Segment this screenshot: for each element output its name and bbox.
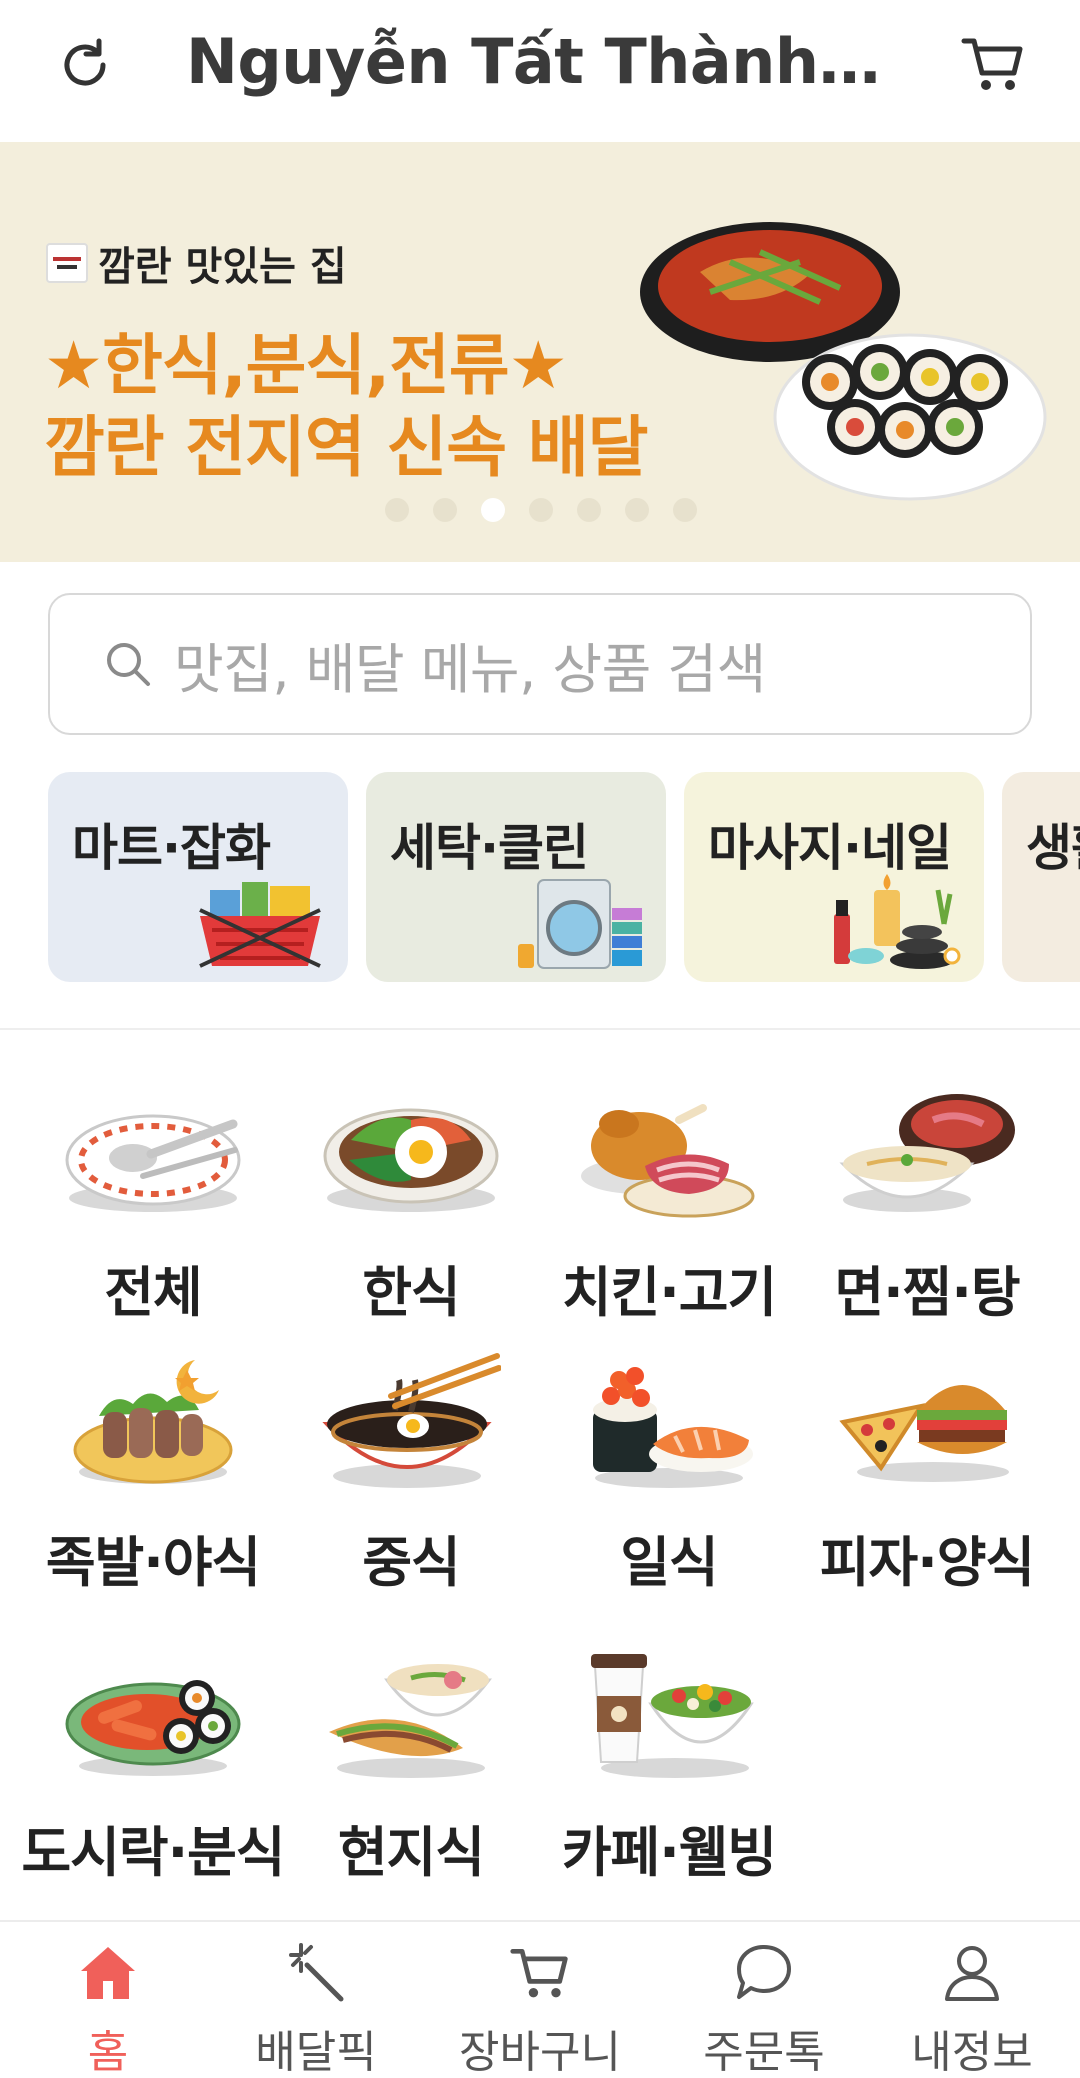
banner-dot-active[interactable]: [481, 498, 505, 522]
nav-label: 내정보: [911, 2027, 1033, 2078]
jajangmyeon-icon: [322, 1353, 501, 1488]
nav-item-cart[interactable]: 장바구니: [432, 1922, 648, 2078]
banh-mi-pho-icon: [329, 1664, 492, 1778]
pizza-burger-icon: [839, 1385, 1009, 1482]
nav-item-delivery-pick[interactable]: 배달픽: [208, 1922, 424, 2078]
banner-pagination[interactable]: [385, 498, 697, 522]
plate-spoon-icon: [65, 1114, 241, 1212]
chat-bubble-icon: [732, 1940, 796, 2004]
food-category-label: 치킨·고기: [561, 1261, 777, 1324]
food-category-lunchbox-snack[interactable]: 도시락·분식: [22, 1640, 285, 1910]
food-category-label: 중식: [362, 1531, 460, 1594]
food-category-japanese[interactable]: 일식: [540, 1350, 798, 1620]
food-category-all[interactable]: 전체: [24, 1080, 282, 1350]
chicken-meat-icon: [581, 1104, 755, 1218]
promo-banner[interactable]: 깜란 맛있는 집 ★한식,분식,전류★ 깜란 전지역 신속 배달: [0, 142, 1080, 562]
magic-wand-icon: [284, 1940, 348, 2004]
spa-nail-icon: [834, 874, 961, 969]
coffee-salad-icon: [591, 1654, 754, 1778]
nav-item-my-info[interactable]: 내정보: [864, 1922, 1080, 2078]
search-input[interactable]: 맛집, 배달 메뉴, 상품 검색: [48, 593, 1032, 735]
nav-label: 주문톡: [703, 2027, 825, 2078]
washing-machine-icon: [518, 879, 642, 969]
header-cart-button[interactable]: [956, 26, 1030, 100]
banner-dot[interactable]: [577, 498, 601, 522]
bottom-navigation: 홈 배달픽 장바구니 주문톡 내정보: [0, 1920, 1080, 2078]
food-category-noodle-stew[interactable]: 면·찜·탕: [798, 1080, 1056, 1350]
app-header: Nguyễn Tất Thành C...: [0, 0, 1080, 142]
food-category-pizza-western[interactable]: 피자·양식: [798, 1350, 1056, 1620]
banner-dot[interactable]: [385, 498, 409, 522]
brand-name: 깜란 맛있는 집: [98, 244, 347, 290]
service-category-row[interactable]: 마트·잡화 세탁·클린 마사지·네일 생: [48, 772, 1080, 982]
banner-subheadline: 깜란 전지역 신속 배달: [44, 409, 648, 486]
brand-logo: [46, 243, 88, 283]
banner-brand: 깜란 맛있는 집: [46, 234, 347, 292]
nav-item-home[interactable]: 홈: [0, 1922, 216, 2078]
sushi-icon: [593, 1367, 753, 1488]
banner-dot[interactable]: [529, 498, 553, 522]
banner-food-image: [640, 222, 1047, 501]
food-category-local[interactable]: 현지식: [282, 1640, 540, 1910]
food-category-label: 전체: [104, 1261, 202, 1324]
service-card-living[interactable]: 생활: [1002, 772, 1080, 982]
search-placeholder: 맛집, 배달 메뉴, 상품 검색: [174, 637, 766, 701]
section-divider: [0, 1028, 1080, 1030]
jokbal-icon: [73, 1360, 233, 1484]
nav-label: 장바구니: [459, 2027, 621, 2078]
nav-label: 홈: [87, 2027, 129, 2078]
refresh-button[interactable]: [50, 30, 120, 100]
nav-item-order-talk[interactable]: 주문톡: [656, 1922, 872, 2078]
tteokbokki-icon: [65, 1680, 241, 1776]
food-category-label: 일식: [620, 1531, 718, 1594]
page-title: Nguyễn Tất Thành C...: [186, 25, 886, 98]
food-category-label: 도시락·분식: [21, 1821, 286, 1884]
food-category-label: 족발·야식: [45, 1531, 261, 1594]
food-category-jokbal-late-night[interactable]: 족발·야식: [24, 1350, 282, 1620]
nav-label: 배달픽: [255, 2027, 377, 2078]
food-category-label: 한식: [362, 1261, 460, 1324]
user-icon: [940, 1940, 1004, 2004]
bibimbap-icon: [323, 1108, 499, 1212]
banner-dot[interactable]: [673, 498, 697, 522]
cart-icon: [508, 1940, 572, 2004]
food-category-label: 면·찜·탕: [834, 1261, 1020, 1324]
banner-dot[interactable]: [433, 498, 457, 522]
grocery-basket-icon: [199, 882, 321, 968]
search-icon: [100, 636, 156, 692]
food-category-korean[interactable]: 한식: [282, 1080, 540, 1350]
food-category-label: 현지식: [337, 1821, 485, 1884]
noodle-stew-icon: [839, 1094, 1015, 1212]
service-card-laundry[interactable]: 세탁·클린: [366, 772, 666, 982]
service-label: 생활: [1026, 819, 1080, 877]
home-icon: [76, 1940, 140, 2004]
food-category-cafe-wellbeing[interactable]: 카페·웰빙: [540, 1640, 798, 1910]
service-card-mart[interactable]: 마트·잡화: [48, 772, 348, 982]
food-category-chinese[interactable]: 중식: [282, 1350, 540, 1620]
refresh-icon: [64, 38, 106, 86]
food-category-label: 피자·양식: [819, 1531, 1035, 1594]
cart-icon: [961, 38, 1023, 90]
food-category-label: 카페·웰빙: [561, 1821, 777, 1884]
banner-dot[interactable]: [625, 498, 649, 522]
food-category-chicken-meat[interactable]: 치킨·고기: [540, 1080, 798, 1350]
service-card-massage-nail[interactable]: 마사지·네일: [684, 772, 984, 982]
